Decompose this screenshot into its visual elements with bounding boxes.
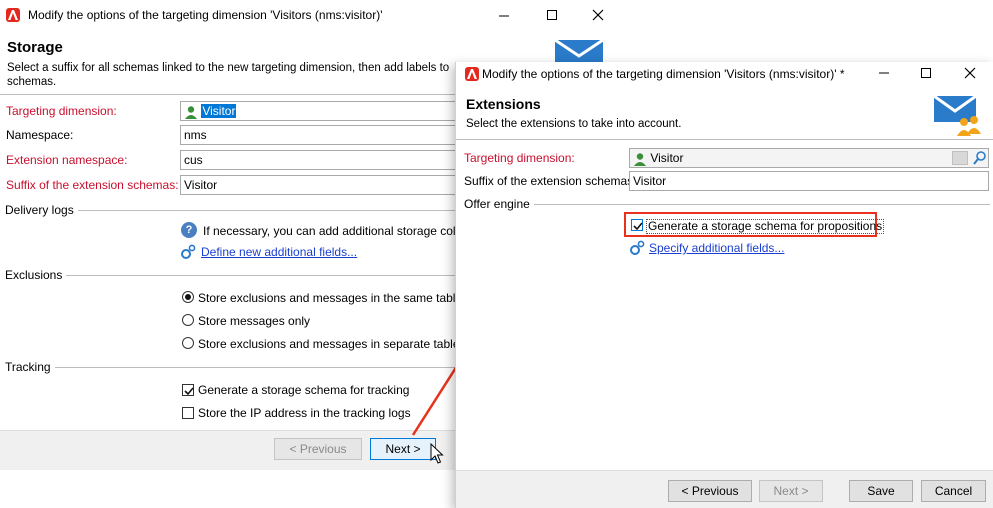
targeting-dimension-field[interactable]: Visitor (180, 101, 470, 121)
front-targeting-dimension-field[interactable]: Visitor (629, 148, 989, 168)
user-icon (184, 105, 198, 119)
back-window-title: Modify the options of the targeting dime… (28, 8, 383, 22)
help-icon: ? (181, 222, 197, 238)
search-icon[interactable] (972, 150, 988, 166)
user-icon (633, 152, 647, 166)
front-suffix-field[interactable]: Visitor (629, 171, 989, 191)
maximize-icon[interactable] (918, 65, 934, 81)
front-previous-button[interactable]: < Previous (668, 480, 752, 502)
close-icon[interactable] (590, 7, 606, 23)
delivery-logs-info: If necessary, you can add additional sto… (203, 224, 458, 238)
front-title-bar: Modify the options of the targeting dime… (456, 62, 993, 92)
front-window: Modify the options of the targeting dime… (455, 62, 993, 508)
front-suffix-label: Suffix of the extension schemas: (464, 174, 637, 188)
mouse-cursor-icon (430, 442, 444, 465)
define-fields-link[interactable]: Define new additional fields... (201, 245, 357, 259)
back-page-description: Select a suffix for all schemas linked t… (7, 62, 450, 88)
exclusions-radio-same-table[interactable] (182, 291, 194, 303)
maximize-icon[interactable] (544, 7, 560, 23)
minimize-icon[interactable] (496, 8, 512, 24)
close-icon[interactable] (962, 65, 978, 81)
mail-users-icon (933, 94, 982, 138)
tracking-section-label: Tracking (5, 360, 55, 374)
adobe-app-icon (6, 8, 20, 22)
back-page-title: Storage (7, 39, 63, 56)
offer-engine-divider (530, 204, 990, 205)
header-divider (456, 139, 993, 140)
targeting-dimension-value: Visitor (201, 104, 237, 118)
namespace-label: Namespace: (6, 128, 74, 142)
gear-icon (629, 240, 645, 256)
extension-namespace-field[interactable]: cus (180, 150, 470, 170)
delivery-logs-divider (76, 210, 470, 211)
back-previous-button[interactable]: < Previous (274, 438, 362, 460)
cancel-button[interactable]: Cancel (921, 480, 986, 502)
front-page-description: Select the extensions to take into accou… (466, 118, 682, 130)
tracking-schema-checkbox[interactable] (182, 384, 194, 396)
exclusions-option-label: Store messages only (198, 314, 311, 328)
front-page-title: Extensions (466, 96, 541, 112)
adobe-app-icon (465, 67, 479, 81)
exclusions-section-label: Exclusions (5, 268, 67, 282)
store-ip-checkbox[interactable] (182, 407, 194, 419)
propositions-schema-checkbox[interactable] (631, 219, 643, 231)
header-divider (0, 94, 470, 95)
targeting-dimension-label: Targeting dimension: (6, 104, 117, 118)
suffix-field[interactable]: Visitor (180, 175, 470, 195)
delivery-logs-section-label: Delivery logs (5, 203, 78, 217)
gear-icon (180, 244, 196, 260)
minimize-icon[interactable] (876, 65, 892, 81)
back-next-button[interactable]: Next > (370, 438, 436, 460)
offer-engine-section-label: Offer engine (464, 197, 534, 211)
front-window-title: Modify the options of the targeting dime… (482, 67, 845, 81)
exclusions-radio-separate-tables[interactable] (182, 337, 194, 349)
front-next-button[interactable]: Next > (759, 480, 823, 502)
back-title-bar: Modify the options of the targeting dime… (0, 0, 620, 30)
store-ip-label: Store the IP address in the tracking log… (198, 406, 411, 420)
front-targeting-dimension-label: Targeting dimension: (464, 151, 575, 165)
front-targeting-dimension-value: Visitor (650, 151, 684, 165)
save-button[interactable]: Save (849, 480, 913, 502)
exclusions-radio-messages-only[interactable] (182, 314, 194, 326)
specify-fields-link[interactable]: Specify additional fields... (649, 241, 784, 255)
exclusions-divider (64, 275, 470, 276)
namespace-field[interactable]: nms (180, 125, 470, 145)
edit-link-icon[interactable] (952, 151, 968, 165)
extension-namespace-label: Extension namespace: (6, 153, 128, 167)
suffix-label: Suffix of the extension schemas: (6, 178, 179, 192)
tracking-schema-label: Generate a storage schema for tracking (198, 383, 410, 397)
propositions-schema-label: Generate a storage schema for propositio… (646, 219, 885, 234)
